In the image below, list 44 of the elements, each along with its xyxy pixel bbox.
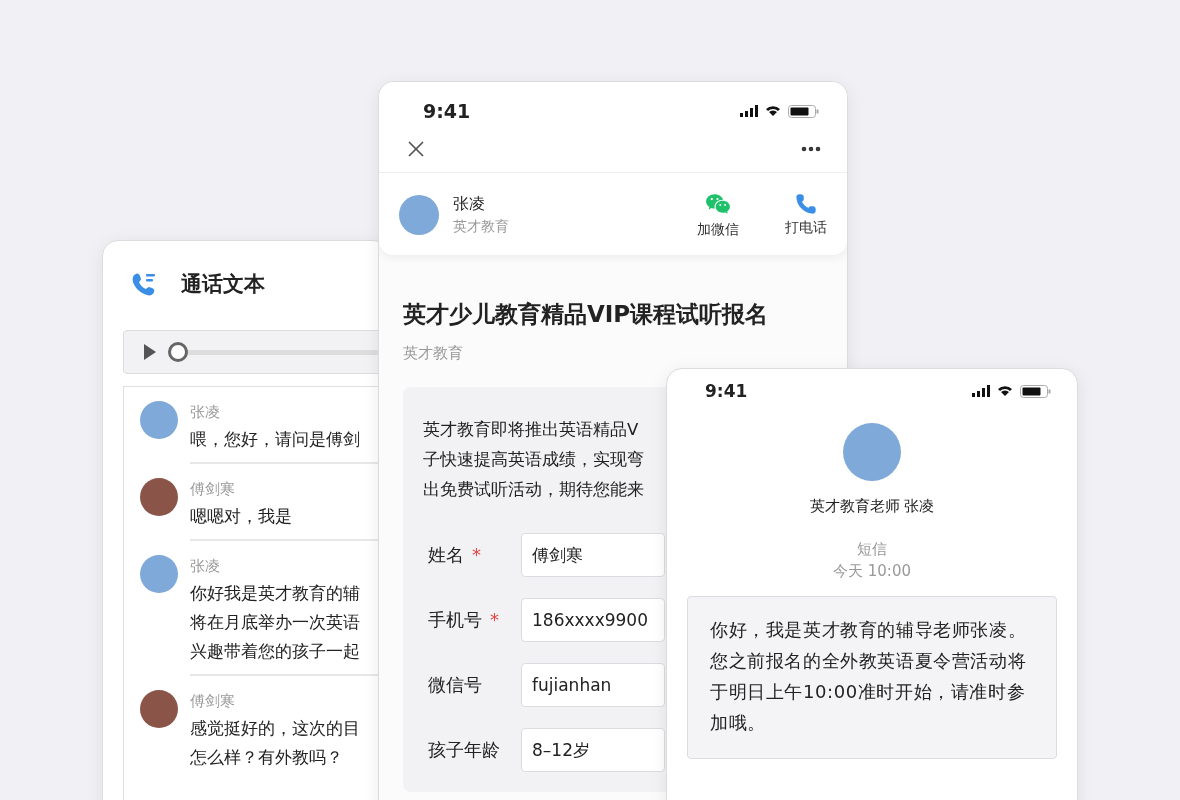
status-time: 9:41: [423, 100, 471, 122]
sender-name: 英才教育老师 张凌: [809, 497, 935, 516]
page-title: 英才少儿教育精品VIP课程试听报名: [403, 300, 770, 329]
message-text: 喂，您好，请问是傅剑: [190, 428, 361, 451]
speaker-name: 傅剑寒: [190, 479, 236, 500]
contact-name: 张凌: [453, 194, 486, 215]
signal-icon: [740, 105, 758, 117]
message-text: 嗯嗯对，我是: [190, 505, 293, 528]
channel-label: 短信: [857, 539, 887, 560]
input-field[interactable]: 傅剑寒: [521, 533, 665, 577]
signal-icon: [972, 385, 990, 397]
play-icon[interactable]: [144, 344, 156, 360]
message-text: 感觉挺好的，这次的目 怎么样？有外教吗？: [190, 717, 361, 769]
avatar-photo: [399, 195, 439, 235]
card-title: 通话文本: [181, 271, 265, 298]
phone-list-icon: [131, 271, 157, 297]
message-time: 今天 10:00: [833, 561, 911, 582]
battery-icon: [788, 104, 819, 118]
intro-text: 英才教育即将推出英语精品V 子快速提高英语成绩，实现弯 出免费试听活动，期待您能来: [423, 419, 645, 501]
speaker-name: 张凌: [190, 402, 221, 423]
field-label: 手机号 *: [427, 608, 500, 632]
required-mark: *: [472, 544, 481, 565]
status-time: 9:41: [705, 381, 748, 401]
phone-icon: [795, 193, 817, 215]
field-label: 孩子年龄: [427, 738, 501, 762]
battery-icon: [1020, 384, 1051, 398]
avatar-photo: [843, 423, 901, 481]
field-label: 微信号: [427, 673, 483, 697]
wechat-button[interactable]: 加微信: [697, 191, 739, 239]
field-label: 姓名 *: [427, 543, 482, 567]
wifi-icon: [766, 106, 780, 116]
message-text: 你好我是英才教育的辅 将在月底举办一次英语 兴趣带着您的孩子一起: [190, 582, 361, 663]
publisher-name: 英才教育: [403, 344, 464, 363]
speaker-name: 傅剑寒: [190, 691, 236, 712]
slider-thumb[interactable]: [168, 342, 188, 362]
call-button[interactable]: 打电话: [785, 193, 827, 237]
input-field[interactable]: 8–12岁: [521, 728, 665, 772]
wifi-icon: [998, 386, 1012, 396]
speaker-name: 张凌: [190, 556, 221, 577]
required-mark: *: [490, 609, 499, 630]
contact-org: 英才教育: [453, 218, 510, 236]
message-bubble: 你好，我是英才教育的辅导老师张凌。您之前报名的全外教英语夏令营活动将于明日上午10:00准时开始，请准时参加哦。: [687, 596, 1057, 759]
input-field[interactable]: fujianhan: [521, 663, 665, 707]
input-field[interactable]: 186xxxx9900: [521, 598, 665, 642]
